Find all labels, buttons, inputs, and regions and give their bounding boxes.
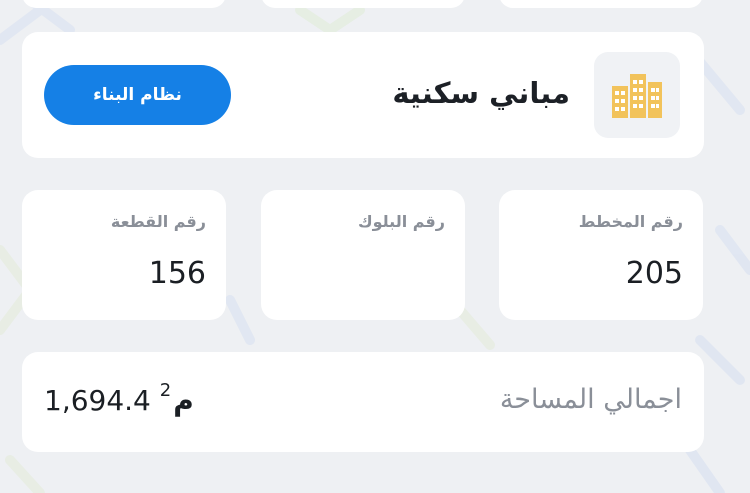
building-type-title: مباني سكنية [392,76,570,110]
total-area-card: اجمالي المساحة 1,694.4 م2 [22,352,704,452]
block-number-card: رقم البلوك [261,190,465,320]
building-system-button[interactable]: نظام البناء [44,65,231,125]
total-area-label: اجمالي المساحة [499,384,682,415]
buildings-icon [612,74,662,118]
block-number-label: رقم البلوك [357,212,445,231]
building-type-card: مباني سكنية نظام البناء [22,32,704,158]
building-icon-box [594,52,680,138]
plan-number-label: رقم المخطط [578,212,683,231]
partial-card-middle [261,0,465,8]
plan-number-value: 205 [625,256,683,291]
area-unit-power: 2 [159,380,172,401]
area-unit: م [173,384,194,417]
plot-number-card: رقم القطعة 156 [22,190,226,320]
plan-number-card: رقم المخطط 205 [499,190,703,320]
partial-card-right [499,0,703,8]
plot-number-value: 156 [148,256,206,291]
plot-number-label: رقم القطعة [110,212,206,231]
total-area-value: 1,694.4 م2 [44,380,194,417]
area-number: 1,694.4 [44,384,151,417]
partial-card-left [22,0,226,8]
